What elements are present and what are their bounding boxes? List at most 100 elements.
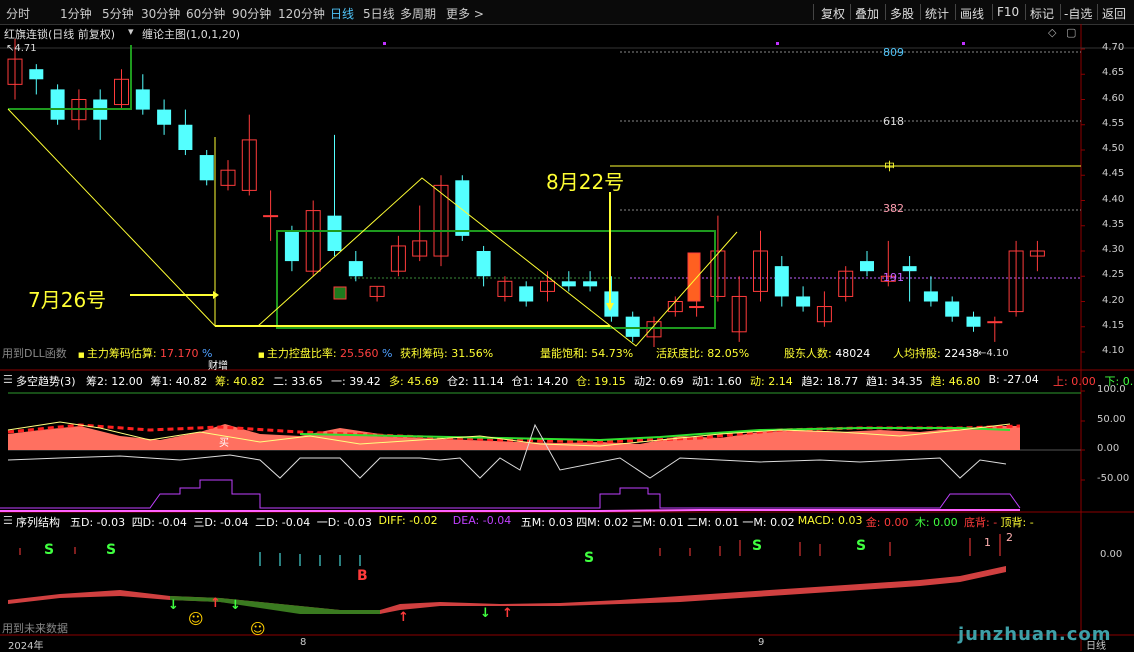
signal-dot xyxy=(962,42,965,45)
panel3-value: 顶背: - xyxy=(1001,514,1034,530)
panel2-value: 趋1: 34.35 xyxy=(866,373,923,389)
panel3-value: 三M: 0.01 xyxy=(632,514,684,530)
panel3-value: DIFF: -0.02 xyxy=(379,514,438,527)
toolbar-separator xyxy=(1097,4,1098,20)
candle-body xyxy=(945,302,959,317)
price-tick-label: 4.10 xyxy=(1102,345,1124,356)
stat-label: 主力筹码估算: xyxy=(87,347,160,360)
panel3-value: 五D: -0.03 xyxy=(70,514,125,530)
panel2-value: 筹1: 40.82 xyxy=(151,373,208,389)
candle-body xyxy=(583,281,597,286)
f10-button[interactable]: F10 xyxy=(997,5,1019,19)
tab-multi-period[interactable]: 多周期 xyxy=(400,5,436,22)
candle-body xyxy=(328,216,342,251)
toolbar-separator xyxy=(1060,4,1061,20)
panel3-axis-zero: 0.00 xyxy=(1100,549,1122,560)
stat-value: 31.56% xyxy=(451,347,493,360)
marker-2: 2 xyxy=(1006,531,1013,544)
candle-body xyxy=(136,89,150,109)
add-favorite-button[interactable]: -自选 xyxy=(1064,5,1092,22)
panel2-menu-icon[interactable]: ☰ xyxy=(3,373,13,386)
panel2-value: 筹2: 12.00 xyxy=(86,373,143,389)
draw-line-button[interactable]: 画线 xyxy=(960,5,984,22)
panel3-value: 三D: -0.04 xyxy=(193,514,248,530)
annotation-july-26: 7月26号 xyxy=(28,284,106,313)
tab-1min[interactable]: 1分钟 xyxy=(60,5,92,22)
candle-body xyxy=(285,231,299,261)
b-signal-mark: B xyxy=(357,568,368,584)
high-price-label: ↖4.71 xyxy=(6,43,37,54)
tab-30min[interactable]: 30分钟 xyxy=(141,5,180,22)
stat-item: ■ 主力筹码估算: 17.170 % xyxy=(78,345,213,361)
price-tick-label: 4.65 xyxy=(1102,67,1124,78)
multi-stock-button[interactable]: 多股 xyxy=(890,5,914,22)
maximize-icon[interactable]: ▢ xyxy=(1066,26,1076,39)
future-data-note: 用到未来数据 xyxy=(2,620,68,636)
panel3-value: 一D: -0.03 xyxy=(317,514,372,530)
up-arrow-icon: ↑ xyxy=(398,610,409,625)
stat-label: 获利筹码: xyxy=(400,347,451,360)
panel2-title[interactable]: 多空趋势(3) xyxy=(16,373,76,389)
candle-body xyxy=(924,291,938,301)
panel3-value: 一M: 0.02 xyxy=(742,514,794,530)
watermark: junzhuan.com xyxy=(958,624,1112,645)
toolbar-separator xyxy=(813,4,814,20)
annotation-arrow xyxy=(213,291,219,299)
smiley-icon: ☺ xyxy=(250,620,266,638)
mark-button[interactable]: 标记 xyxy=(1030,5,1054,22)
signal-dot xyxy=(776,42,779,45)
panel2-value: 仓1: 14.20 xyxy=(512,373,569,389)
fuquan-button[interactable]: 复权 xyxy=(821,5,845,22)
tab-60min[interactable]: 60分钟 xyxy=(186,5,225,22)
tab-5day[interactable]: 5日线 xyxy=(363,5,395,22)
panel2-value: 仓2: 11.14 xyxy=(447,373,504,389)
price-tick-label: 4.30 xyxy=(1102,244,1124,255)
tab-90min[interactable]: 90分钟 xyxy=(232,5,271,22)
stat-item: 量能饱和: 54.73% xyxy=(540,345,633,361)
statistics-button[interactable]: 统计 xyxy=(925,5,949,22)
back-button[interactable]: 返回 xyxy=(1102,5,1126,22)
stat-bullet-icon: ■ xyxy=(78,351,87,359)
tab-fenshi[interactable]: 分时 xyxy=(6,5,30,22)
panel3-menu-icon[interactable]: ☰ xyxy=(3,514,13,527)
stat-item: 人均持股: 22438 xyxy=(893,345,979,361)
stat-item: 获利筹码: 31.56% xyxy=(400,345,493,361)
price-tick-label: 4.50 xyxy=(1102,143,1124,154)
tab-5min[interactable]: 5分钟 xyxy=(102,5,134,22)
candle-body xyxy=(349,261,363,276)
tab-more[interactable]: 更多 > xyxy=(446,5,484,22)
stat-item: 股东人数: 48024 xyxy=(784,345,870,361)
candle-body xyxy=(477,251,491,276)
down-arrow-icon: ↓ xyxy=(168,598,179,613)
tab-120min[interactable]: 120分钟 xyxy=(278,5,325,22)
fib-label-382: 382 xyxy=(883,202,904,215)
toolbar-separator xyxy=(955,4,956,20)
panel3-title[interactable]: 序列结构 xyxy=(16,514,60,530)
low-price-label: ←4.10 xyxy=(978,348,1009,359)
stat-item: ■ 主力控盘比率: 25.560 % xyxy=(258,345,393,361)
panel3-value: 底背: - xyxy=(964,514,997,530)
fib-label-809: 809 xyxy=(883,46,904,59)
trend-indicator-layer xyxy=(0,393,1081,511)
x-axis-aug: 8 xyxy=(300,637,306,648)
stat-value: 48024 xyxy=(835,347,870,360)
tab-daily[interactable]: 日线 xyxy=(330,5,354,22)
stat-label: 人均持股: xyxy=(893,347,944,360)
overlay-button[interactable]: 叠加 xyxy=(855,5,879,22)
diamond-icon[interactable]: ◇ xyxy=(1048,26,1056,39)
candle-body xyxy=(690,307,704,308)
dropdown-icon[interactable]: ▾ xyxy=(128,25,134,38)
panel2-value: 一: 39.42 xyxy=(331,373,381,389)
stroke-line xyxy=(8,109,737,346)
stat-label: 活跃度比: xyxy=(656,347,707,360)
up-arrow-icon: ↑ xyxy=(502,606,513,621)
indicator-title[interactable]: 缠论主图(1,0,1,20) xyxy=(142,26,240,42)
panel2-value: 趋: 46.80 xyxy=(931,373,981,389)
fib-label-mid: 中 xyxy=(884,158,895,174)
chart-canvas[interactable] xyxy=(0,24,1134,651)
trend-step-line xyxy=(0,480,1020,508)
x-axis-sep: 9 xyxy=(758,637,764,648)
candle-body xyxy=(455,180,469,236)
panel2-value: 仓: 19.15 xyxy=(576,373,626,389)
panel2-value: 二: 33.65 xyxy=(273,373,323,389)
